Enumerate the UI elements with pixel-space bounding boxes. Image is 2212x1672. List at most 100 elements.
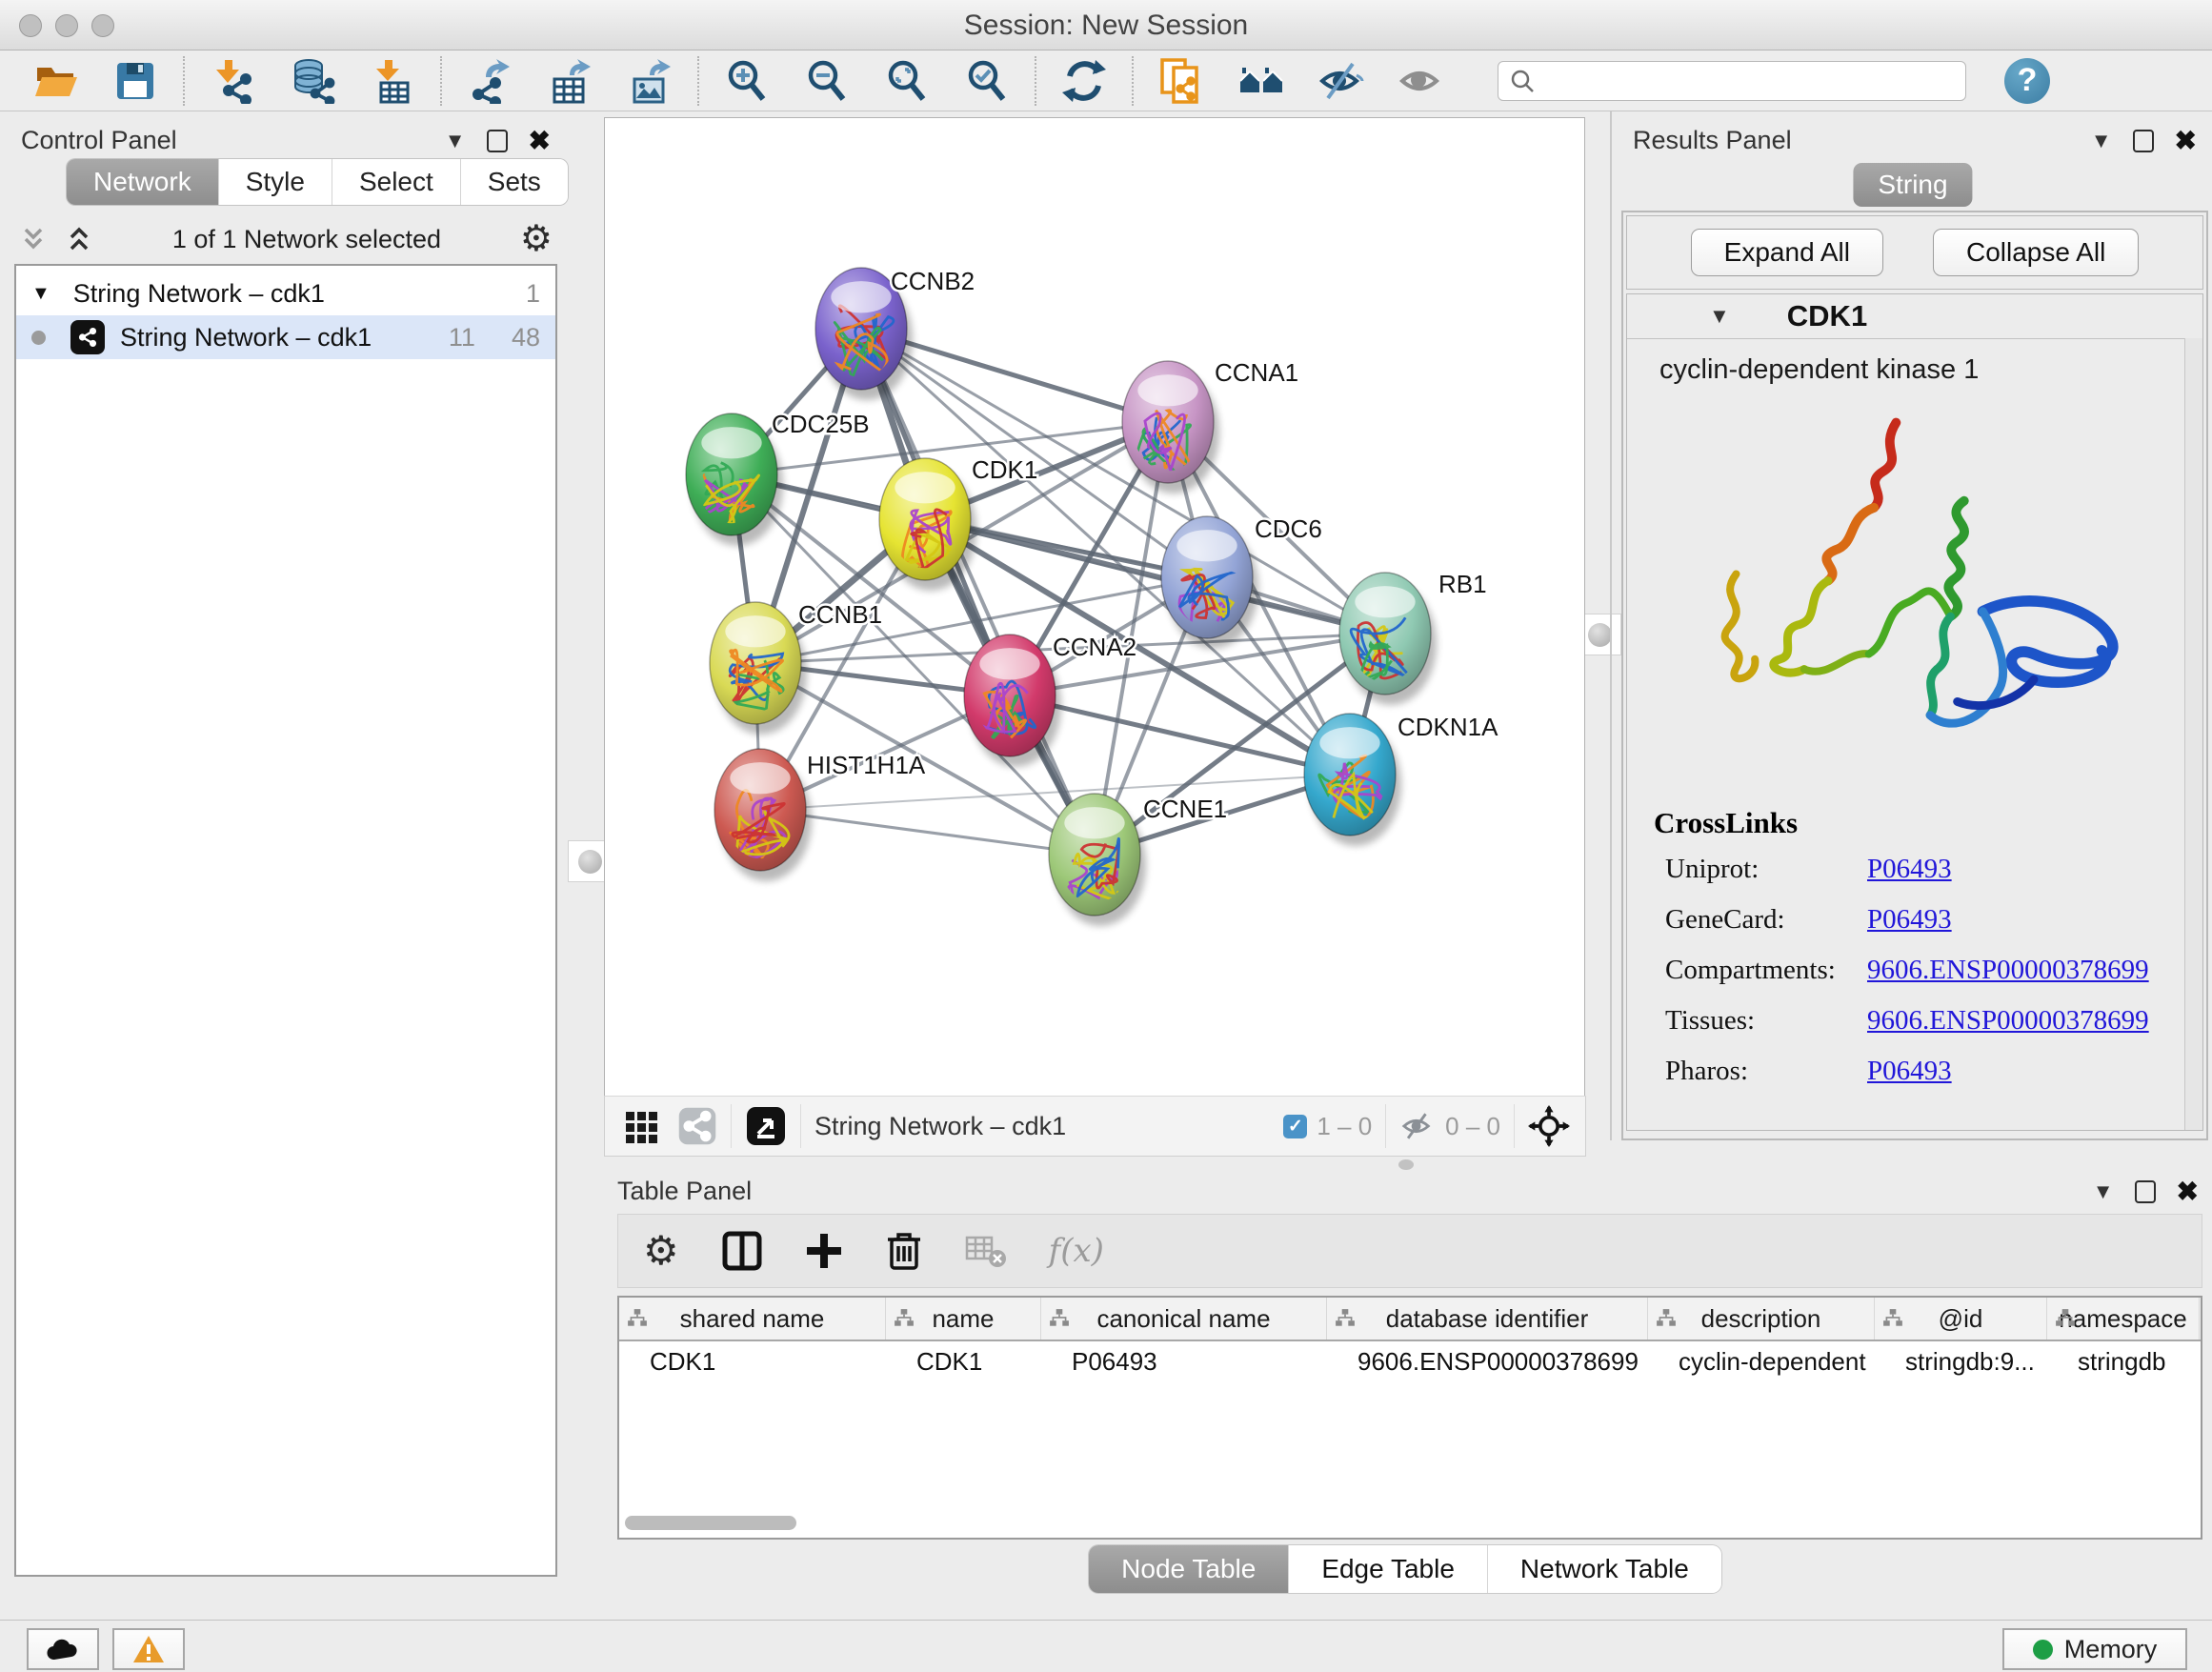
network-node[interactable]: RB1 (1339, 570, 1487, 705)
refresh-icon[interactable] (1061, 58, 1107, 104)
network-collection-row[interactable]: ▼ String Network – cdk1 1 (16, 272, 555, 315)
panel-float-icon[interactable] (2133, 130, 2154, 152)
column-header[interactable]: database identifier (1327, 1298, 1648, 1340)
network-node[interactable]: HIST1H1A (714, 749, 926, 881)
table-cell[interactable]: stringdb (2047, 1341, 2200, 1381)
network-node[interactable]: CCNE1 (1049, 794, 1227, 926)
help-icon[interactable]: ? (2004, 58, 2050, 104)
table-toolbar: ⚙ f(x) (617, 1214, 2202, 1288)
column-header[interactable]: namespace (2047, 1298, 2200, 1340)
export-image-icon[interactable] (627, 58, 673, 104)
export-network-icon[interactable] (467, 58, 513, 104)
add-column-icon[interactable] (805, 1232, 843, 1270)
crosslink-link[interactable]: 9606.ENSP00000378699 (1867, 955, 2149, 986)
export-table-icon[interactable] (547, 58, 593, 104)
network-node[interactable]: CCNA2 (964, 633, 1136, 767)
network-row[interactable]: String Network – cdk1 11 48 (16, 315, 555, 359)
table-cell[interactable]: P06493 (1041, 1341, 1327, 1381)
gear-icon[interactable]: ⚙ (520, 221, 553, 257)
table-row[interactable]: CDK1CDK1P064939606.ENSP00000378699cyclin… (619, 1341, 2201, 1381)
panel-menu-icon[interactable]: ▼ (445, 129, 466, 153)
grid-view-icon[interactable] (622, 1106, 662, 1146)
node-table[interactable]: shared namenamecanonical namedatabase id… (617, 1296, 2202, 1540)
panel-float-icon[interactable] (2135, 1180, 2156, 1203)
import-network-icon[interactable] (210, 58, 255, 104)
import-database-icon[interactable] (290, 58, 335, 104)
column-header[interactable]: @id (1875, 1298, 2047, 1340)
import-table-icon[interactable] (370, 58, 415, 104)
zoom-out-icon[interactable] (804, 58, 850, 104)
network-node[interactable]: CCNB1 (710, 600, 882, 735)
network-edge-count: 48 (512, 323, 540, 353)
crosslink-link[interactable]: P06493 (1867, 1056, 1952, 1087)
hide-panels-icon[interactable] (1318, 58, 1364, 104)
open-session-icon[interactable] (32, 58, 78, 104)
tab-network-table[interactable]: Network Table (1487, 1545, 1721, 1593)
panel-close-icon[interactable]: ✖ (2175, 125, 2197, 156)
network-node[interactable]: CCNA1 (1122, 358, 1298, 494)
network-node[interactable]: CDC25B (686, 410, 870, 546)
panel-float-icon[interactable] (487, 130, 508, 152)
expand-all-icon[interactable] (19, 225, 48, 253)
column-header[interactable]: name (886, 1298, 1041, 1340)
home-networks-icon[interactable] (1238, 58, 1284, 104)
collapse-all-icon[interactable] (65, 225, 93, 253)
horizontal-splitter-handle[interactable] (1398, 1159, 1414, 1170)
table-hscrollbar[interactable] (619, 1513, 2201, 1534)
zoom-selected-icon[interactable] (964, 58, 1010, 104)
collapse-all-button[interactable]: Collapse All (1933, 229, 2139, 276)
panel-close-icon[interactable]: ✖ (2177, 1176, 2199, 1207)
center-view-icon[interactable] (1528, 1105, 1570, 1147)
birds-eye-view-icon[interactable] (745, 1105, 787, 1147)
tab-select[interactable]: Select (332, 159, 460, 205)
zoom-fit-icon[interactable] (884, 58, 930, 104)
column-header[interactable]: canonical name (1041, 1298, 1327, 1340)
node-label: CCNE1 (1143, 795, 1227, 823)
hidden-counts: 0 – 0 (1445, 1112, 1500, 1141)
tab-node-table[interactable]: Node Table (1089, 1545, 1288, 1593)
table-cell[interactable]: cyclin-dependent ... (1648, 1341, 1875, 1381)
column-header[interactable]: shared name (619, 1298, 886, 1340)
zoom-in-icon[interactable] (724, 58, 770, 104)
network-node[interactable]: CDKN1A (1304, 713, 1498, 846)
delete-column-icon[interactable] (885, 1230, 923, 1272)
control-panel-tabs: Network Style Select Sets (67, 159, 568, 205)
column-layout-icon[interactable] (721, 1230, 763, 1272)
table-cell[interactable]: 9606.ENSP00000378699 (1327, 1341, 1648, 1381)
table-cell[interactable]: CDK1 (619, 1341, 886, 1381)
panel-menu-icon[interactable]: ▼ (2093, 1179, 2114, 1204)
crosslink-label: Compartments: (1665, 955, 1867, 986)
network-canvas[interactable]: CCNB2CCNA1CDC25BCDK1CDC6RB1CCNB1CCNA2CDK… (604, 117, 1585, 1097)
table-settings-icon[interactable]: ⚙ (643, 1231, 679, 1271)
warnings-button[interactable] (112, 1628, 185, 1670)
tab-network[interactable]: Network (67, 159, 218, 205)
tab-string[interactable]: String (1853, 163, 1972, 207)
panel-close-icon[interactable]: ✖ (529, 125, 551, 156)
network-share-icon[interactable] (677, 1106, 717, 1146)
crosslink-row: GeneCard:P06493 (1665, 904, 2202, 936)
entry-collapse-icon[interactable]: ▼ (1709, 304, 1730, 329)
panel-menu-icon[interactable]: ▼ (2091, 129, 2112, 153)
show-panels-icon[interactable] (1398, 58, 1444, 104)
collection-expander-icon[interactable]: ▼ (31, 283, 50, 305)
save-session-icon[interactable] (112, 58, 158, 104)
search-input[interactable] (1542, 65, 1954, 96)
table-cell[interactable]: stringdb:9... (1875, 1341, 2047, 1381)
memory-button[interactable]: Memory (2002, 1628, 2187, 1670)
cloud-status-button[interactable] (27, 1628, 99, 1670)
crosslink-label: Uniprot: (1665, 854, 1867, 885)
selected-indicator-checkbox[interactable]: ✓ (1283, 1115, 1307, 1138)
tab-edge-table[interactable]: Edge Table (1288, 1545, 1487, 1593)
column-header[interactable]: description (1648, 1298, 1875, 1340)
main-toolbar: ? (0, 50, 2212, 111)
search-box[interactable] (1498, 61, 1966, 101)
copy-network-icon[interactable] (1158, 58, 1204, 104)
results-scrollbar[interactable] (2184, 338, 2202, 1130)
crosslink-link[interactable]: 9606.ENSP00000378699 (1867, 1005, 2149, 1037)
tab-sets[interactable]: Sets (460, 159, 568, 205)
crosslink-link[interactable]: P06493 (1867, 854, 1952, 885)
tab-style[interactable]: Style (218, 159, 332, 205)
crosslink-link[interactable]: P06493 (1867, 904, 1952, 936)
table-cell[interactable]: CDK1 (886, 1341, 1041, 1381)
expand-all-button[interactable]: Expand All (1691, 229, 1883, 276)
